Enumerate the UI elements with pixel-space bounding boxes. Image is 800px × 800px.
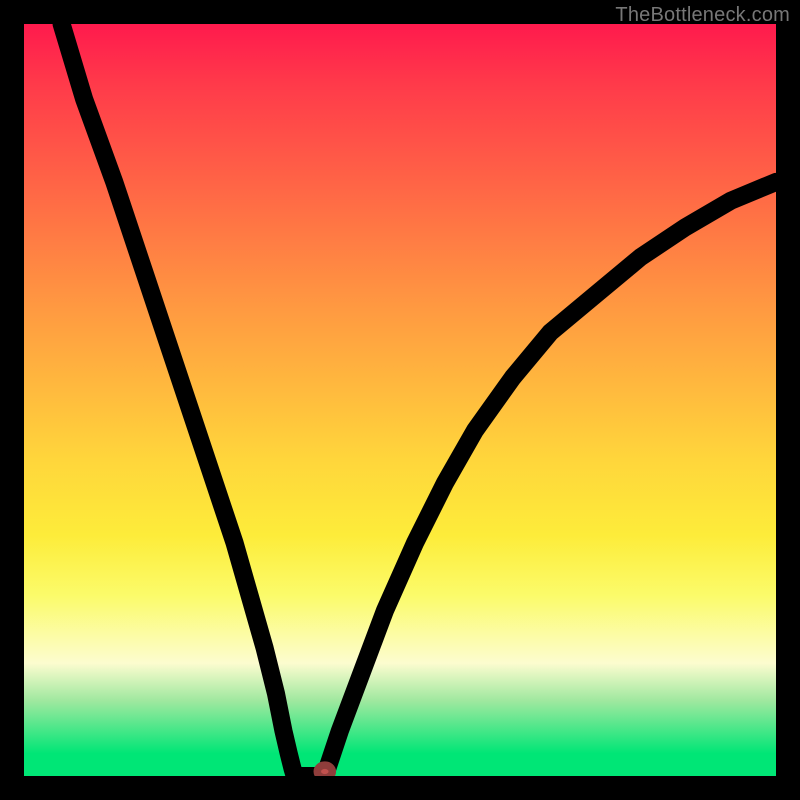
optimum-marker — [317, 765, 332, 776]
left-curve — [62, 24, 295, 776]
watermark-text: TheBottleneck.com — [615, 4, 790, 27]
plot-svg — [24, 24, 776, 776]
plot-area — [24, 24, 776, 776]
chart-frame: TheBottleneck.com — [0, 0, 800, 800]
right-curve — [325, 182, 776, 776]
